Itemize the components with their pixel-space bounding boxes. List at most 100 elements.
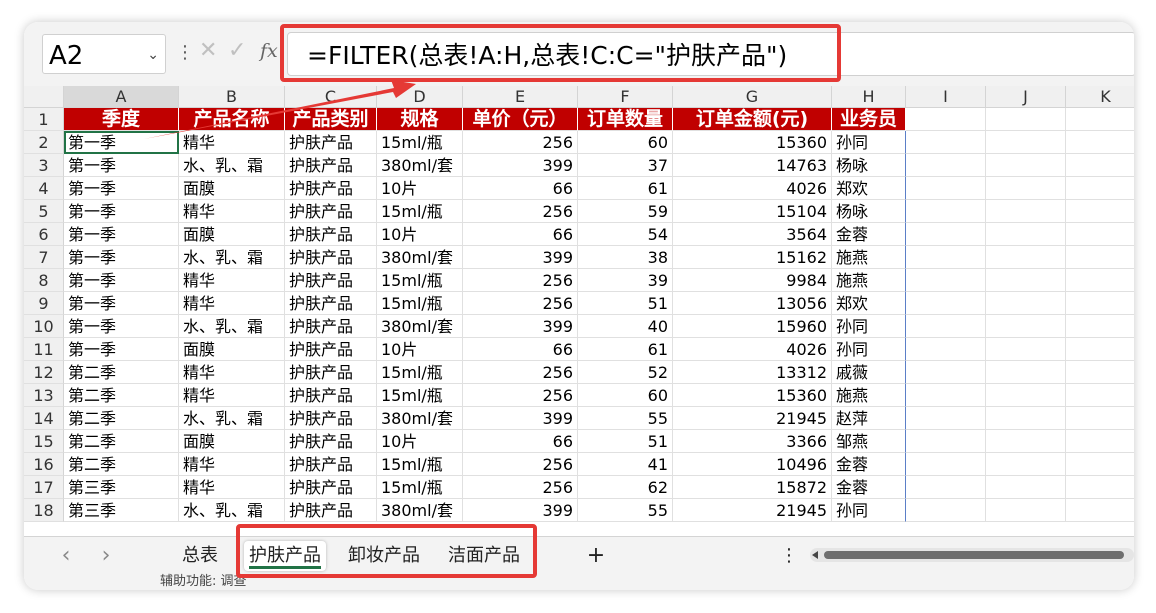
chevron-down-icon[interactable]: ⌄ [147, 47, 159, 63]
row-header[interactable]: 12 [24, 361, 64, 384]
empty-cell[interactable] [1066, 315, 1134, 338]
row-header[interactable]: 7 [24, 246, 64, 269]
table-cell[interactable]: 256 [463, 131, 578, 154]
table-cell[interactable]: 4026 [673, 338, 832, 361]
table-cell[interactable]: 护肤产品 [285, 361, 377, 384]
table-cell[interactable]: 38 [578, 246, 673, 269]
table-cell[interactable]: 孙同 [832, 499, 906, 522]
table-cell[interactable]: 第二季 [64, 407, 179, 430]
row-header[interactable]: 2 [24, 131, 64, 154]
table-cell[interactable]: 邹燕 [832, 430, 906, 453]
empty-cell[interactable] [906, 246, 986, 269]
table-cell[interactable]: 37 [578, 154, 673, 177]
row-header[interactable]: 14 [24, 407, 64, 430]
table-cell[interactable]: 护肤产品 [285, 499, 377, 522]
table-cell[interactable]: 40 [578, 315, 673, 338]
table-cell[interactable]: 第一季 [64, 200, 179, 223]
more-icon[interactable]: ⋮ [780, 541, 798, 571]
insert-function-icon[interactable]: fx [260, 40, 278, 62]
column-header-i[interactable]: I [906, 86, 986, 108]
table-cell[interactable]: 62 [578, 476, 673, 499]
table-cell[interactable]: 399 [463, 154, 578, 177]
table-cell[interactable]: 21945 [673, 499, 832, 522]
horizontal-scrollbar[interactable] [810, 548, 1134, 562]
table-cell[interactable]: 52 [578, 361, 673, 384]
table-cell[interactable]: 赵萍 [832, 407, 906, 430]
table-cell[interactable]: 399 [463, 499, 578, 522]
empty-cell[interactable] [906, 269, 986, 292]
table-header-cell[interactable]: 规格 [377, 108, 463, 131]
empty-cell[interactable] [1066, 131, 1134, 154]
table-cell[interactable]: 399 [463, 246, 578, 269]
empty-cell[interactable] [906, 292, 986, 315]
table-cell[interactable]: 面膜 [179, 430, 285, 453]
empty-cell[interactable] [1066, 407, 1134, 430]
empty-cell[interactable] [1066, 476, 1134, 499]
table-cell[interactable]: 护肤产品 [285, 292, 377, 315]
table-cell[interactable]: 金蓉 [832, 223, 906, 246]
empty-cell[interactable] [986, 200, 1066, 223]
row-header[interactable]: 4 [24, 177, 64, 200]
empty-cell[interactable] [986, 292, 1066, 315]
empty-cell[interactable] [1066, 453, 1134, 476]
table-cell[interactable]: 61 [578, 177, 673, 200]
table-cell[interactable]: 护肤产品 [285, 131, 377, 154]
table-header-cell[interactable]: 订单金额(元) [673, 108, 832, 131]
empty-cell[interactable] [1066, 338, 1134, 361]
table-cell[interactable]: 380ml/套 [377, 407, 463, 430]
empty-cell[interactable] [1066, 154, 1134, 177]
table-cell[interactable]: 9984 [673, 269, 832, 292]
empty-cell[interactable] [986, 453, 1066, 476]
table-cell[interactable]: 380ml/套 [377, 315, 463, 338]
table-cell[interactable]: 面膜 [179, 177, 285, 200]
table-cell[interactable]: 护肤产品 [285, 177, 377, 200]
select-all-corner[interactable] [24, 86, 64, 108]
empty-cell[interactable] [906, 361, 986, 384]
table-cell[interactable]: 护肤产品 [285, 453, 377, 476]
empty-cell[interactable] [1066, 246, 1134, 269]
empty-cell[interactable] [986, 154, 1066, 177]
table-cell[interactable]: 3366 [673, 430, 832, 453]
table-cell[interactable]: 护肤产品 [285, 200, 377, 223]
empty-cell[interactable] [906, 384, 986, 407]
row-header[interactable]: 9 [24, 292, 64, 315]
row-header[interactable]: 10 [24, 315, 64, 338]
scrollbar-thumb[interactable] [824, 551, 1124, 559]
table-cell[interactable]: 第一季 [64, 269, 179, 292]
table-cell[interactable]: 256 [463, 384, 578, 407]
row-header[interactable]: 6 [24, 223, 64, 246]
table-cell[interactable]: 15ml/瓶 [377, 292, 463, 315]
empty-cell[interactable] [986, 384, 1066, 407]
table-cell[interactable]: 60 [578, 131, 673, 154]
accessibility-status[interactable]: 辅助功能: 调查 [160, 574, 247, 590]
row-header[interactable]: 18 [24, 499, 64, 522]
table-cell[interactable]: 杨咏 [832, 200, 906, 223]
table-cell[interactable]: 15ml/瓶 [377, 269, 463, 292]
table-header-cell[interactable]: 单价（元） [463, 108, 578, 131]
table-header-cell[interactable]: 产品名称 [179, 108, 285, 131]
table-cell[interactable]: 66 [463, 338, 578, 361]
table-cell[interactable]: 护肤产品 [285, 246, 377, 269]
table-cell[interactable]: 60 [578, 384, 673, 407]
empty-cell[interactable] [906, 315, 986, 338]
table-cell[interactable]: 护肤产品 [285, 154, 377, 177]
table-cell[interactable]: 51 [578, 292, 673, 315]
table-cell[interactable]: 护肤产品 [285, 476, 377, 499]
table-cell[interactable]: 10496 [673, 453, 832, 476]
next-sheet-icon[interactable]: › [94, 541, 118, 571]
table-cell[interactable]: 13056 [673, 292, 832, 315]
table-cell[interactable]: 15360 [673, 384, 832, 407]
table-cell[interactable]: 15ml/瓶 [377, 453, 463, 476]
table-cell[interactable]: 380ml/套 [377, 246, 463, 269]
table-cell[interactable]: 孙同 [832, 315, 906, 338]
table-cell[interactable]: 第一季 [64, 338, 179, 361]
table-cell[interactable]: 15960 [673, 315, 832, 338]
table-cell[interactable]: 第三季 [64, 476, 179, 499]
empty-cell[interactable] [906, 108, 986, 131]
table-cell[interactable]: 施燕 [832, 246, 906, 269]
table-cell[interactable]: 精华 [179, 269, 285, 292]
row-header[interactable]: 13 [24, 384, 64, 407]
table-cell[interactable]: 14763 [673, 154, 832, 177]
empty-cell[interactable] [986, 407, 1066, 430]
column-header-b[interactable]: B [179, 86, 285, 108]
